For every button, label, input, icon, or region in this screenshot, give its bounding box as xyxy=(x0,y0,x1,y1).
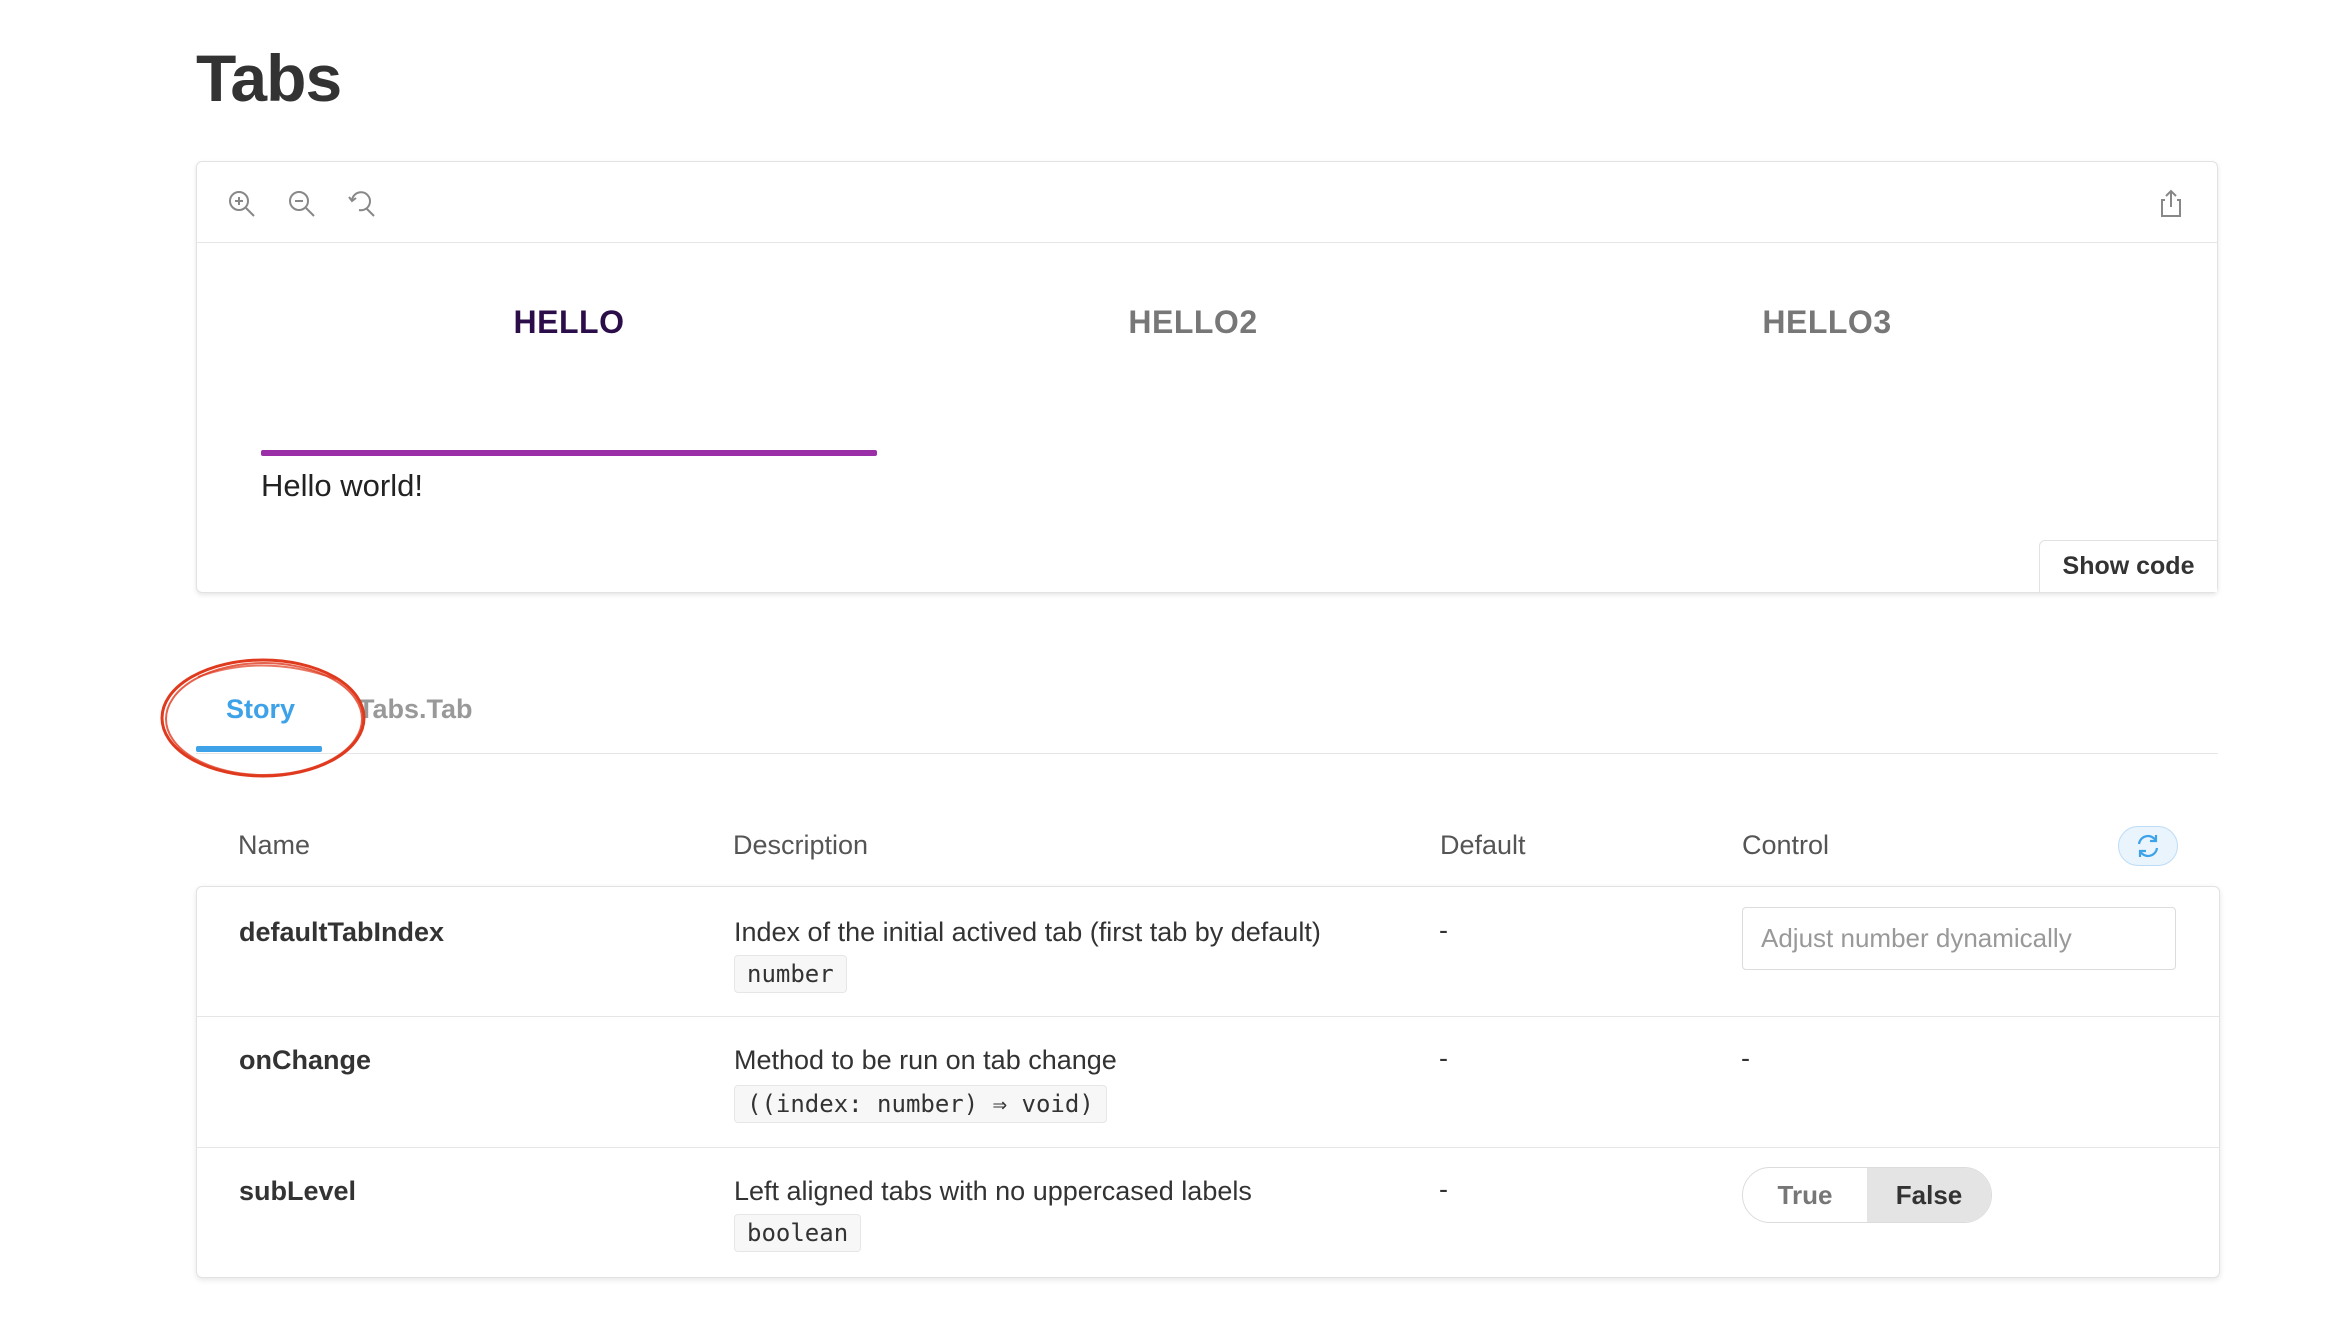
refresh-icon xyxy=(2137,834,2159,858)
story-canvas: HELLO HELLO2 HELLO3 Hello world! Show co… xyxy=(196,161,2218,593)
zoom-in-button[interactable] xyxy=(222,184,262,224)
arg-description: Method to be run on tab change xyxy=(734,1045,1117,1075)
zoom-out-button[interactable] xyxy=(282,184,322,224)
reset-controls-button[interactable] xyxy=(2118,826,2178,866)
demo-tab-panel: Hello world! xyxy=(261,468,423,503)
addon-tab-indicator xyxy=(196,746,322,752)
arg-name: subLevel xyxy=(239,1176,357,1206)
arg-control-empty: - xyxy=(1741,1043,1750,1073)
zoom-out-icon xyxy=(289,191,315,217)
column-header-default: Default xyxy=(1440,830,1526,860)
arg-description: Left aligned tabs with no uppercased lab… xyxy=(734,1176,1252,1206)
args-table: defaultTabIndex Index of the initial act… xyxy=(196,886,2220,1278)
toggle-option-false[interactable]: False xyxy=(1867,1168,1991,1222)
arg-default: - xyxy=(1439,1043,1448,1073)
column-header-control: Control xyxy=(1742,830,1830,860)
demo-tab-hello[interactable]: HELLO xyxy=(261,282,877,362)
demo-tabs: HELLO HELLO2 HELLO3 xyxy=(261,282,2157,362)
arg-description: Index of the initial actived tab (first … xyxy=(734,917,1321,947)
table-row: subLevel Left aligned tabs with no upper… xyxy=(197,1147,2219,1277)
share-icon xyxy=(2161,189,2181,217)
canvas-toolbar xyxy=(197,162,2217,243)
page-title: Tabs xyxy=(196,41,342,115)
default-tab-index-input[interactable] xyxy=(1742,907,2176,970)
column-header-name: Name xyxy=(238,830,311,860)
demo-tab-hello2[interactable]: HELLO2 xyxy=(885,282,1501,362)
tab-story[interactable]: Story xyxy=(226,694,295,740)
arg-name: defaultTabIndex xyxy=(239,917,445,947)
tab-tabs-tab[interactable]: Tabs.Tab xyxy=(358,694,473,740)
arg-default: - xyxy=(1439,1174,1448,1204)
share-button[interactable] xyxy=(2151,184,2191,224)
arg-type: number xyxy=(734,955,847,993)
demo-tab-hello3[interactable]: HELLO3 xyxy=(1519,282,2135,362)
toggle-option-true[interactable]: True xyxy=(1743,1168,1867,1222)
addon-tabs: Story Tabs.Tab xyxy=(196,680,2218,754)
arg-default: - xyxy=(1439,915,1448,945)
table-row: onChange Method to be run on tab change … xyxy=(197,1016,2219,1147)
active-tab-indicator xyxy=(261,450,877,456)
arg-type: ((index: number) ⇒ void) xyxy=(734,1085,1107,1123)
arg-name: onChange xyxy=(239,1045,371,1075)
show-code-button[interactable]: Show code xyxy=(2039,540,2217,592)
table-row: defaultTabIndex Index of the initial act… xyxy=(197,887,2219,1016)
zoom-in-icon xyxy=(229,191,255,217)
sub-level-toggle: True False xyxy=(1742,1167,1992,1223)
reset-zoom-button[interactable] xyxy=(342,184,382,224)
column-header-description: Description xyxy=(733,830,869,860)
arg-type: boolean xyxy=(734,1214,862,1252)
reset-zoom-icon xyxy=(348,191,375,217)
